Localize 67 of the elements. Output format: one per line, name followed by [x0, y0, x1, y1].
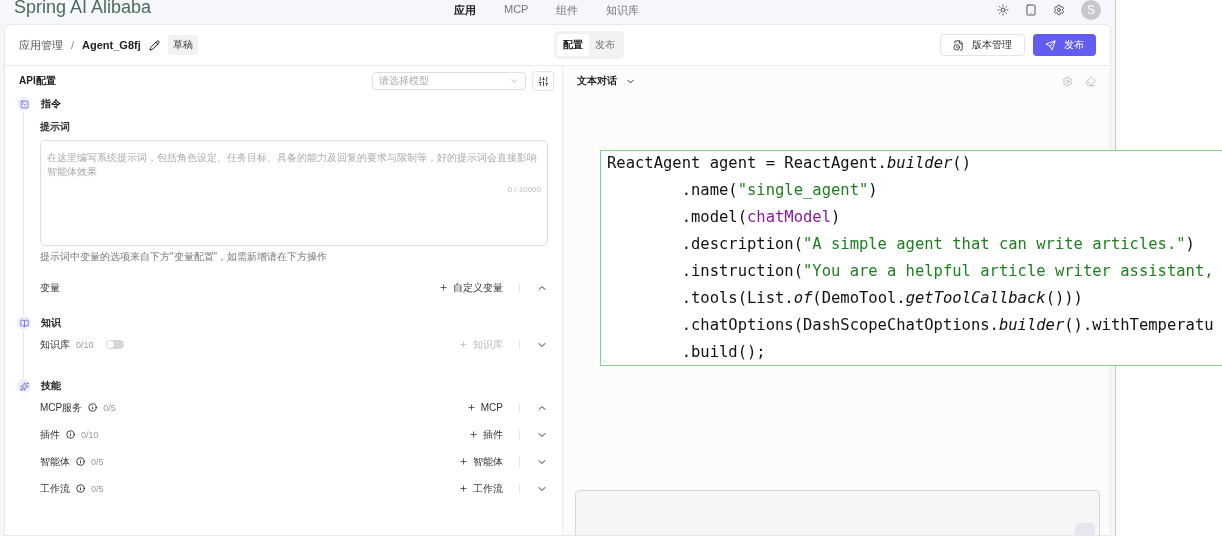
add-button[interactable]: 自定义变量: [439, 280, 503, 295]
mode-tab[interactable]: 配置: [556, 34, 589, 56]
add-button[interactable]: 智能体: [459, 454, 503, 469]
info-icon[interactable]: [66, 430, 75, 439]
send-icon: [1045, 39, 1056, 51]
status-tag: 草稿: [167, 35, 198, 55]
add-button[interactable]: MCP: [466, 402, 503, 413]
mode-tab[interactable]: 发布: [588, 34, 621, 56]
info-icon[interactable]: [88, 403, 98, 412]
tablet-icon[interactable]: [1025, 4, 1037, 16]
code-line: .build();: [680, 342, 767, 363]
count-text: 0/5: [91, 456, 104, 467]
breadcrumb-link[interactable]: 应用管理: [19, 37, 63, 53]
chat-input[interactable]: [575, 490, 1100, 535]
version-button[interactable]: 版本管理: [940, 34, 1025, 56]
code-line: .chatOptions(DashScopeChatOptions.builder().withTemperatu: [680, 315, 1215, 336]
sliders-icon: [537, 75, 549, 87]
code-line: .instruction("You are a helpful article writer assistant,: [680, 261, 1215, 282]
nav-tab[interactable]: 应用: [454, 2, 476, 18]
code-line: .tools(List.of(DemoTool.getToolCallback())): [680, 288, 1084, 309]
code-line: ReactAgent agent = ReactAgent.builder(): [607, 153, 972, 174]
settings-button[interactable]: [532, 71, 554, 91]
eraser-icon[interactable]: [1085, 75, 1096, 87]
nav-tab[interactable]: 知识库: [606, 2, 640, 18]
chevron-down-icon: [509, 76, 519, 86]
plus-icon: [459, 457, 468, 466]
row-label: 智能体: [40, 454, 70, 469]
agent-name: Agent_G8fj: [82, 39, 141, 51]
publish-button[interactable]: 发布: [1033, 34, 1096, 56]
section-title: 技能: [41, 379, 61, 393]
book-icon: [19, 318, 29, 328]
sparkle-icon: [19, 381, 29, 391]
row-label: 工作流: [40, 481, 70, 496]
nav-tab[interactable]: MCP: [504, 2, 529, 18]
add-button[interactable]: 插件: [469, 427, 503, 442]
plus-icon: [469, 430, 478, 439]
code-line: .name("single_agent"): [680, 180, 879, 201]
count-text: 0/10: [81, 429, 99, 440]
add-button[interactable]: 工作流: [459, 481, 503, 496]
nav-tab[interactable]: 组件: [556, 2, 579, 18]
edit-icon[interactable]: [148, 39, 160, 51]
count-text: 0/5: [91, 483, 104, 494]
app-logo: Spring AI Alibaba: [14, 0, 153, 18]
count-text: 0/5: [103, 402, 116, 413]
row-label: 知识库: [40, 337, 70, 352]
sun-icon[interactable]: [997, 4, 1009, 16]
info-icon[interactable]: [76, 484, 85, 493]
field-label: 提示词: [40, 120, 71, 134]
row-label: 变量: [40, 280, 60, 295]
section-title: 指令: [41, 97, 61, 111]
hint-text: 提示词中变量的选项来自下方"变量配置"，如需新增请在下方操作: [40, 250, 329, 264]
panel-title: API配置: [19, 74, 56, 88]
file-clock-icon: [953, 39, 964, 51]
plus-icon: [459, 340, 468, 349]
info-icon[interactable]: [76, 457, 85, 466]
breadcrumb-separator: /: [71, 39, 75, 51]
row-label: 插件: [40, 427, 60, 442]
code-line: .model(chatModel): [680, 207, 842, 228]
chat-mode-dropdown[interactable]: 文本对话: [577, 74, 636, 88]
plus-icon: [459, 484, 468, 493]
plus-icon: [439, 283, 448, 292]
plus-icon: [466, 403, 476, 412]
row-label: MCP服务: [40, 400, 83, 415]
code-line: .description("A simple agent that can write articles."): [680, 234, 1196, 255]
count-text: 0/10: [76, 339, 94, 350]
settings-icon[interactable]: [1053, 4, 1065, 16]
section-title: 知识: [41, 316, 61, 330]
